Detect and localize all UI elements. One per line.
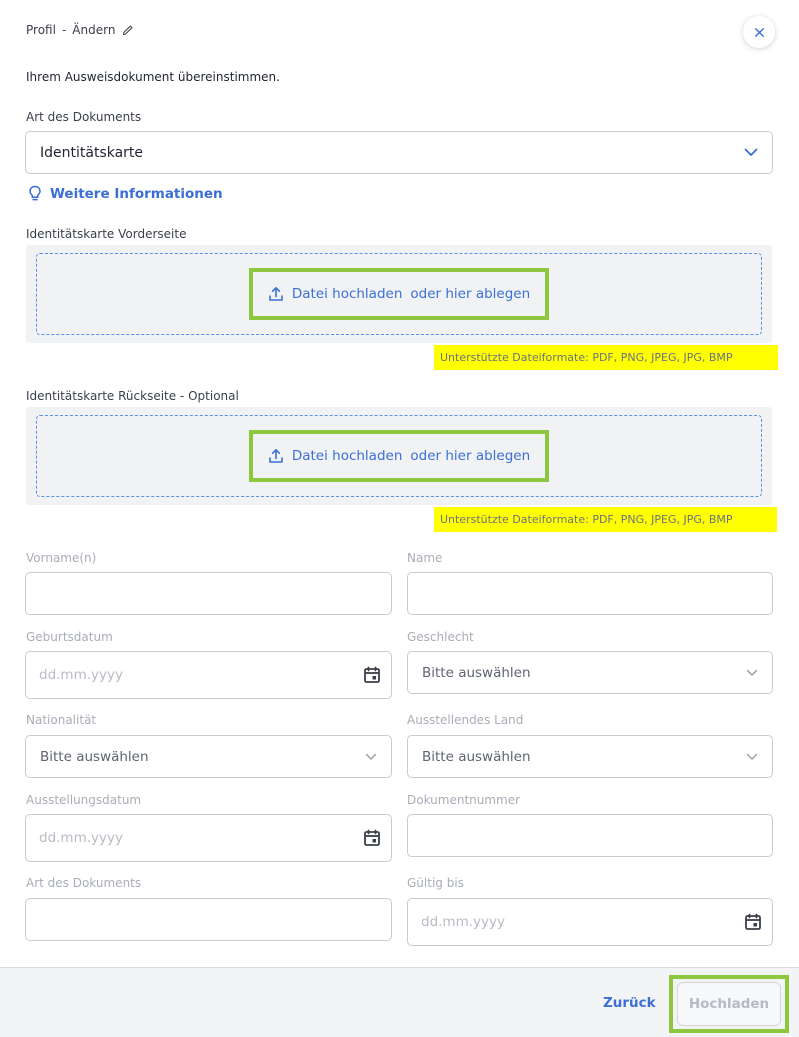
document-type-value: Identitätskarte (40, 144, 144, 161)
issue-date-placeholder: dd.mm.yyyy (39, 830, 123, 846)
nationality-value: Bitte auswählen (40, 748, 149, 765)
document-number-input[interactable] (407, 814, 773, 857)
intro-text: Ihrem Ausweisdokument übereinstimmen. (26, 70, 280, 84)
upload-submit-button[interactable]: Hochladen (677, 982, 781, 1026)
front-dropzone-border: Datei hochladen oder hier ablegen (36, 253, 762, 335)
valid-until-placeholder: dd.mm.yyyy (421, 914, 505, 930)
nationality-select[interactable]: Bitte auswählen (25, 735, 392, 778)
back-dropzone-border: Datei hochladen oder hier ablegen (36, 415, 762, 497)
pencil-icon[interactable] (121, 24, 134, 37)
breadcrumb-separator: - (61, 23, 67, 37)
upload-icon (269, 287, 283, 301)
chevron-down-icon (746, 753, 758, 760)
issue-date-label: Ausstellungsdatum (26, 793, 142, 807)
back-formats-note: Unterstützte Dateiformate: PDF, PNG, JPE… (434, 507, 777, 532)
close-button[interactable] (743, 16, 775, 48)
close-icon (754, 27, 764, 37)
gender-select[interactable]: Bitte auswählen (407, 651, 773, 694)
birthdate-label: Geburtsdatum (26, 630, 113, 644)
birthdate-input[interactable]: dd.mm.yyyy (25, 651, 392, 699)
calendar-icon[interactable] (363, 829, 381, 847)
front-formats-note: Unterstützte Dateiformate: PDF, PNG, JPE… (434, 345, 778, 370)
nationality-label: Nationalität (26, 713, 97, 727)
issue-date-input[interactable]: dd.mm.yyyy (25, 814, 392, 862)
front-dropzone[interactable]: Datei hochladen oder hier ablegen (26, 245, 772, 343)
breadcrumb-section[interactable]: Profil (26, 23, 56, 37)
chevron-down-icon (365, 753, 377, 760)
issuing-country-select[interactable]: Bitte auswählen (407, 735, 773, 778)
back-button[interactable]: Zurück (603, 995, 656, 1011)
birthdate-placeholder: dd.mm.yyyy (39, 667, 123, 683)
calendar-icon[interactable] (744, 913, 762, 931)
doc-type-input[interactable] (25, 898, 392, 941)
front-upload-button[interactable]: Datei hochladen oder hier ablegen (249, 268, 549, 320)
gender-label: Geschlecht (407, 630, 474, 644)
front-upload-text: Datei hochladen (291, 286, 403, 302)
doc-type-field-label: Art des Dokuments (26, 876, 142, 890)
breadcrumb: Profil - Ändern (26, 23, 134, 37)
back-dropzone[interactable]: Datei hochladen oder hier ablegen (26, 407, 772, 505)
issuing-country-value: Bitte auswählen (422, 748, 531, 765)
valid-until-input[interactable]: dd.mm.yyyy (407, 898, 773, 946)
valid-until-label: Gültig bis (407, 876, 464, 890)
document-type-label: Art des Dokuments (26, 110, 142, 124)
more-info-label: Weitere Informationen (50, 185, 223, 202)
document-number-label: Dokumentnummer (407, 793, 521, 807)
more-info-link[interactable]: Weitere Informationen (28, 185, 223, 202)
gender-value: Bitte auswählen (422, 664, 531, 681)
lastname-input[interactable] (407, 572, 773, 615)
back-drop-text: oder hier ablegen (410, 448, 531, 464)
firstname-input[interactable] (25, 572, 392, 615)
calendar-icon[interactable] (363, 666, 381, 684)
chevron-down-icon (744, 148, 758, 156)
front-upload-label: Identitätskarte Vorderseite (26, 227, 187, 241)
issuing-country-label: Ausstellendes Land (407, 713, 524, 727)
back-upload-text: Datei hochladen (291, 448, 403, 464)
back-upload-button[interactable]: Datei hochladen oder hier ablegen (249, 430, 549, 482)
front-drop-text: oder hier ablegen (410, 286, 531, 302)
breadcrumb-action: Ändern (72, 23, 116, 37)
lastname-label: Name (407, 551, 443, 565)
back-upload-label: Identitätskarte Rückseite - Optional (26, 389, 239, 403)
chevron-down-icon (746, 669, 758, 676)
submit-highlight: Hochladen (669, 975, 789, 1033)
document-type-select[interactable]: Identitätskarte (25, 131, 773, 174)
lightbulb-icon (29, 185, 41, 201)
upload-icon (269, 449, 283, 463)
firstname-label: Vorname(n) (26, 551, 97, 565)
